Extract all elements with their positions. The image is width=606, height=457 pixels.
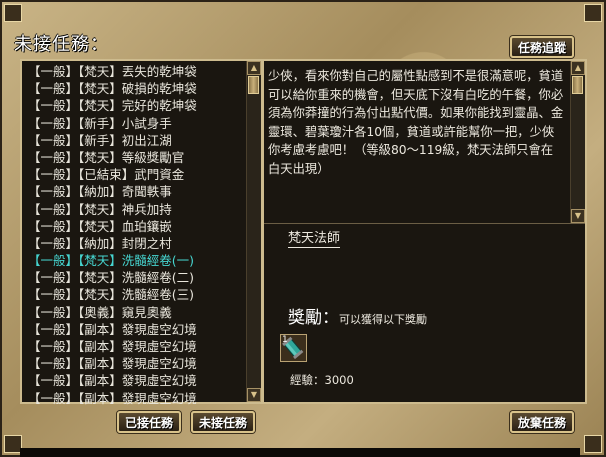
quest-item[interactable]: 【一般】【新手】初出江湖 [28,132,250,149]
accepted-quests-button[interactable]: 已接任務 [117,411,182,433]
reward-heading: 獎勵：可以獲得以下獎勵 [288,303,427,328]
quest-item-selected[interactable]: 【一般】【梵天】洗髓經卷(一) [28,252,250,269]
quest-item[interactable]: 【一般】【副本】發現虛空幻境 [28,372,250,389]
quest-window: 未接任務： 任務追蹤 【一般】【梵天】丟失的乾坤袋 【一般】【梵天】破損的乾坤袋【… [0,0,606,457]
quest-item[interactable]: 【一般】【梵天】神兵加持 [28,201,250,218]
quest-list-panel: 【一般】【梵天】丟失的乾坤袋 【一般】【梵天】破損的乾坤袋 【一般】【梵天】完好的乾… [20,59,263,407]
quest-item[interactable]: 【一般】【新手】小試身手 [28,115,250,132]
quest-detail-panel: 少俠，看來你對自己的屬性點感到不是很滿意呢，貧道可以給你重來的機會，但天底下沒有… [262,59,587,404]
scroll-up-icon[interactable]: ▲ [571,61,585,75]
reward-item-slot[interactable]: 1 [280,334,307,362]
quest-item[interactable]: 【一般】【副本】發現虛空幻境 [28,355,250,372]
quest-list: 【一般】【梵天】丟失的乾坤袋 【一般】【梵天】破損的乾坤袋 【一般】【梵天】完好的乾… [28,63,250,407]
npc-name-link[interactable]: 梵天法師 [288,231,341,248]
quest-item[interactable]: 【一般】【副本】發現虛空幻境 [28,338,250,355]
frame-corner-ornament [4,4,22,22]
quest-item[interactable]: 【一般】【已結束】武門資金 [28,166,250,183]
quest-description: 少俠，看來你對自己的屬性點感到不是很滿意呢，貧道可以給你重來的機會，但天底下沒有… [268,69,564,176]
quest-item[interactable]: 【一般】【梵天】丟失的乾坤袋 [28,63,250,80]
background-strip [20,448,580,457]
quest-item[interactable]: 【一般】【納加】奇聞軼事 [28,183,250,200]
quest-item[interactable]: 【一般】【梵天】破損的乾坤袋 [28,80,250,97]
track-quest-button[interactable]: 任務追蹤 [510,36,575,58]
unaccepted-quests-button[interactable]: 未接任務 [191,411,256,433]
quest-item[interactable]: 【一般】【梵天】洗髓經卷(二) [28,269,250,286]
scroll-thumb[interactable] [248,76,259,94]
quest-item[interactable]: 【一般】【梵天】洗髓經卷(三) [28,286,250,303]
abandon-quest-button[interactable]: 放棄任務 [510,411,575,433]
scroll-down-icon[interactable]: ▼ [571,209,585,223]
quest-item[interactable]: 【一般】【納加】封閉之村 [28,235,250,252]
frame-corner-ornament [584,435,602,453]
quest-item[interactable]: 【一般】【梵天】完好的乾坤袋 [28,97,250,114]
experience-reward: 經驗：3000 [290,373,354,387]
scroll-down-icon[interactable]: ▼ [247,388,261,402]
quest-item[interactable]: 【一般】【副本】發現虛空幻境 [28,390,250,407]
reward-label: 獎勵： [288,308,339,328]
quest-item[interactable]: 【一般】【奧義】窺見奧義 [28,304,250,321]
window-title: 未接任務： [14,34,109,55]
quest-item[interactable]: 【一般】【梵天】血珀鑲嵌 [28,218,250,235]
quest-description-box: 少俠，看來你對自己的屬性點感到不是很滿意呢，貧道可以給你重來的機會，但天底下沒有… [264,61,585,224]
quest-item[interactable]: 【一般】【梵天】等級獎勵官 [28,149,250,166]
quest-item[interactable]: 【一般】【副本】發現虛空幻境 [28,321,250,338]
reward-subtitle: 可以獲得以下獎勵 [339,313,427,326]
frame-corner-ornament [584,4,602,22]
scroll-up-icon[interactable]: ▲ [247,61,261,75]
item-count: 1 [282,335,288,345]
quest-list-scrollbar[interactable]: ▲ ▼ [246,61,261,402]
scroll-thumb[interactable] [572,76,583,94]
description-scrollbar[interactable]: ▲ ▼ [570,61,585,223]
